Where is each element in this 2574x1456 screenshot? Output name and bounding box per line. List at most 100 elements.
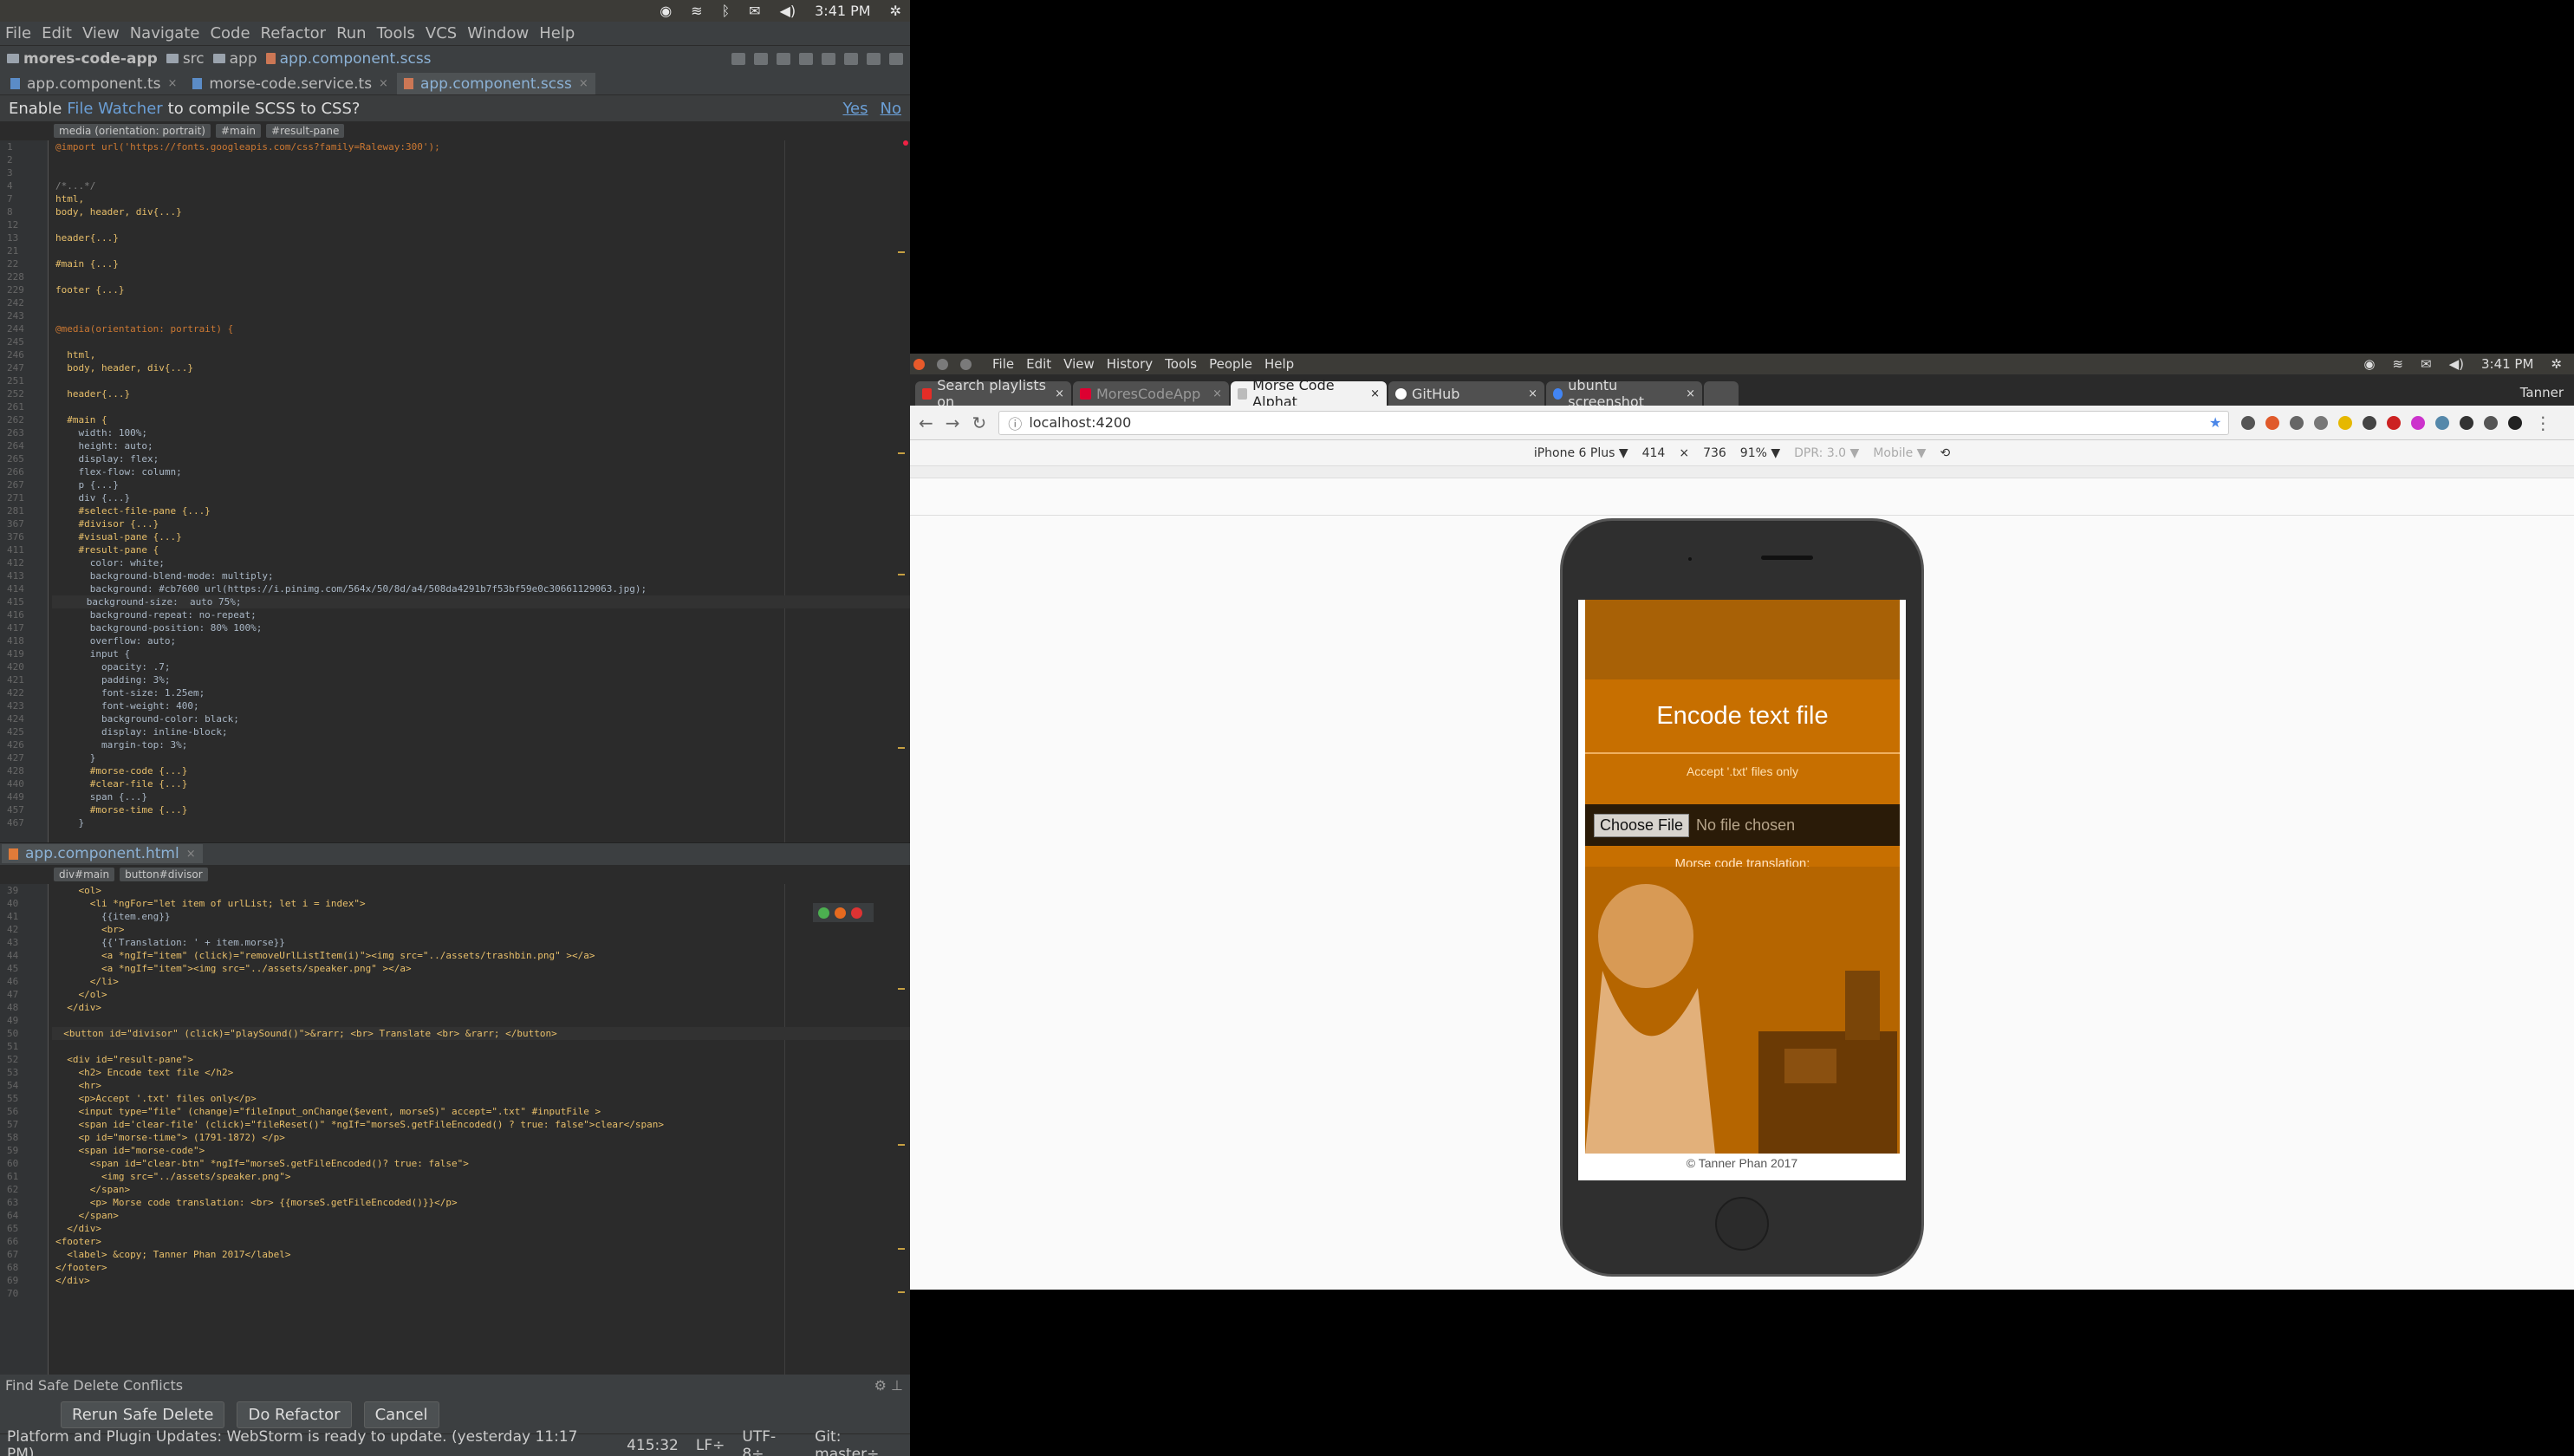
code-line[interactable]: #morse-time {...} (55, 803, 188, 816)
code-line[interactable]: overflow: auto; (55, 634, 176, 647)
extension-icon[interactable] (2411, 415, 2426, 430)
extension-icon[interactable] (2241, 415, 2256, 430)
mail-icon[interactable]: ✉ (2421, 356, 2432, 372)
browser-tab[interactable]: MoresCodeApp × (1073, 381, 1229, 406)
extension-icon[interactable] (2508, 415, 2523, 430)
code-line[interactable]: opacity: .7; (55, 660, 170, 673)
git-branch[interactable]: Git: master÷ (815, 1428, 910, 1456)
code-line[interactable]: #divisor {...} (55, 517, 159, 530)
breadcrumb-project[interactable]: mores-code-app (7, 50, 158, 68)
crumb-media[interactable]: media (orientation: portrait) (54, 124, 211, 138)
close-icon[interactable]: × (1528, 387, 1537, 400)
run-icon[interactable] (754, 52, 768, 65)
code-line[interactable]: <hr> (55, 1079, 101, 1092)
code-line[interactable]: background-size: auto 75%; (52, 595, 910, 608)
code-line[interactable]: html, (55, 348, 95, 361)
code-line[interactable]: @import url('https://fonts.googleapis.co… (55, 140, 440, 153)
extension-icon[interactable] (2435, 415, 2450, 430)
wifi-icon[interactable]: ≋ (2392, 356, 2403, 372)
code-line[interactable]: font-weight: 400; (55, 699, 199, 712)
tab-app-component-ts[interactable]: app.component.ts × (3, 73, 184, 94)
run-config-dropdown[interactable] (731, 52, 745, 65)
breadcrumb-src[interactable]: src (166, 50, 205, 68)
code-line[interactable]: </span> (55, 1183, 130, 1196)
code-line[interactable]: display: inline-block; (55, 725, 228, 738)
code-line[interactable]: </span> (55, 1209, 118, 1222)
rotate-icon[interactable]: ⟲ (1940, 446, 1950, 460)
scss-editor[interactable]: 1 @import url('https://fonts.googleapis.c… (0, 140, 910, 842)
maximize-window-icon[interactable] (960, 358, 972, 370)
bookmark-star-icon[interactable]: ★ (2209, 414, 2228, 431)
code-line[interactable]: header{...} (55, 231, 119, 244)
code-line[interactable]: display: flex; (55, 452, 159, 465)
error-indicator-icon[interactable] (903, 140, 908, 146)
code-line[interactable]: background: #cb7600 url(https://i.pinimg… (55, 582, 647, 595)
status-message[interactable]: Platform and Plugin Updates: WebStorm is… (7, 1428, 609, 1456)
breadcrumb-file[interactable]: app.component.scss (265, 50, 432, 68)
crumb-main[interactable]: #main (215, 124, 262, 138)
code-line[interactable]: } (55, 751, 96, 764)
home-button[interactable] (1715, 1197, 1769, 1251)
mail-icon[interactable]: ✉ (749, 3, 760, 19)
forward-icon[interactable]: → (946, 413, 960, 433)
close-icon[interactable]: × (1686, 387, 1695, 400)
gear-icon[interactable]: ✲ (890, 3, 901, 19)
menu-file[interactable]: File (5, 24, 31, 42)
code-line[interactable]: <h2> Encode text file </h2> (55, 1066, 233, 1079)
banner-no-link[interactable]: No (881, 100, 901, 118)
new-tab-button[interactable] (1704, 381, 1739, 406)
menu-code[interactable]: Code (210, 24, 250, 42)
crumb-div-main[interactable]: div#main (54, 868, 115, 881)
code-line[interactable]: flex-flow: column; (55, 465, 181, 478)
extension-icon[interactable] (2265, 415, 2280, 430)
close-icon[interactable]: × (186, 848, 196, 861)
code-line[interactable]: input { (55, 647, 130, 660)
panel-settings-icon[interactable]: ⚙ ⊥ (874, 1377, 910, 1394)
menu-window[interactable]: Window (467, 24, 529, 42)
menu-refactor[interactable]: Refactor (261, 24, 327, 42)
profile-button[interactable]: Tanner (2510, 385, 2574, 406)
extension-icon[interactable] (2363, 415, 2377, 430)
volume-icon[interactable]: ◀) (2449, 356, 2464, 372)
extension-icon[interactable] (2460, 415, 2474, 430)
code-line[interactable]: height: auto; (55, 439, 153, 452)
close-icon[interactable]: × (1212, 387, 1222, 400)
code-line[interactable]: #main {...} (55, 257, 119, 270)
code-line[interactable]: <p> Morse code translation: <br> {{morse… (55, 1196, 458, 1209)
network-icon[interactable]: ◉ (2363, 356, 2375, 372)
code-line[interactable]: header{...} (55, 387, 130, 400)
browser-tab[interactable]: ubuntu screenshot × (1546, 377, 1702, 410)
code-line[interactable]: <span id='clear-file' (click)="fileReset… (55, 1118, 664, 1131)
device-select[interactable]: iPhone 6 Plus ▼ (1534, 446, 1628, 460)
code-line[interactable]: <br> (55, 923, 125, 936)
code-line[interactable]: </div> (55, 1274, 90, 1287)
url-input[interactable]: ⓘ localhost:4200 ★ (998, 410, 2230, 435)
code-line[interactable]: body, header, div{...} (55, 361, 193, 374)
close-icon[interactable]: × (1370, 387, 1380, 400)
code-line[interactable]: span {...} (55, 790, 147, 803)
info-icon[interactable]: ⓘ (1008, 413, 1022, 433)
code-line[interactable]: <img src="../assets/speaker.png"> (55, 1170, 291, 1183)
code-line[interactable]: p {...} (55, 478, 118, 491)
code-line[interactable]: </li> (55, 975, 119, 988)
firefox-icon[interactable] (835, 907, 846, 919)
wifi-icon[interactable]: ≋ (691, 3, 702, 19)
bluetooth-icon[interactable]: ᛒ (722, 3, 731, 19)
network-icon[interactable]: ◉ (660, 3, 672, 19)
code-line[interactable]: background-blend-mode: multiply; (55, 569, 274, 582)
chrome-icon[interactable] (818, 907, 829, 919)
code-line[interactable]: </footer> (55, 1261, 107, 1274)
code-line[interactable]: html, (55, 192, 84, 205)
code-line[interactable]: #result-pane { (55, 543, 159, 556)
code-line[interactable]: <footer> (55, 1235, 101, 1248)
clock[interactable]: 3:41 PM (2481, 356, 2533, 372)
crumb-result-pane[interactable]: #result-pane (266, 124, 345, 138)
code-line[interactable]: background-repeat: no-repeat; (55, 608, 257, 621)
code-line[interactable]: body, header, div{...} (55, 205, 182, 218)
vcs-update-icon[interactable] (822, 52, 835, 65)
code-line[interactable]: </ol> (55, 988, 107, 1001)
code-line[interactable]: <button id="divisor" (click)="playSound(… (52, 1027, 910, 1040)
code-line[interactable]: background-color: black; (55, 712, 239, 725)
extension-icon[interactable] (2484, 415, 2499, 430)
crumb-button-divisor[interactable]: button#divisor (120, 868, 208, 881)
